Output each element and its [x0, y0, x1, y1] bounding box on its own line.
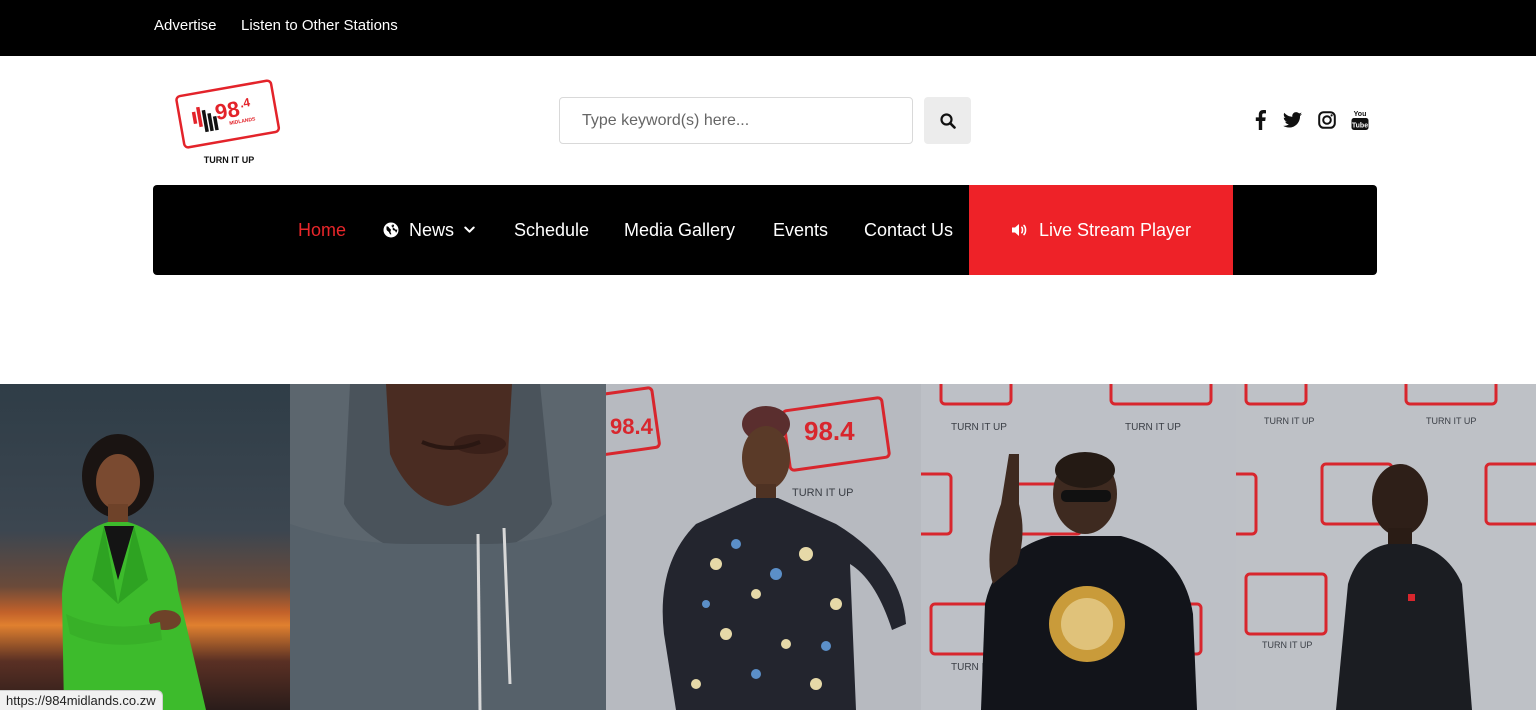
- nav-item-events[interactable]: Events: [773, 185, 828, 275]
- svg-text:98.4: 98.4: [804, 416, 855, 446]
- presenter-photo-4[interactable]: TURN IT UP TURN IT UP TURN IT UP: [921, 384, 1236, 710]
- other-stations-link[interactable]: Listen to Other Stations: [241, 17, 398, 34]
- nav-schedule-label: Schedule: [514, 219, 590, 240]
- site-logo[interactable]: 98 .4 MIDLANDS TURN IT UP: [170, 76, 288, 168]
- facebook-icon: [1255, 110, 1266, 130]
- twitter-icon: [1282, 112, 1302, 128]
- status-bar-url: https://984midlands.co.zw: [0, 690, 163, 710]
- youtube-link[interactable]: You Tube: [1349, 108, 1371, 132]
- svg-text:TURN IT UP: TURN IT UP: [1426, 416, 1476, 426]
- nav-item-home[interactable]: Home: [298, 185, 346, 275]
- live-stream-button[interactable]: Live Stream Player: [969, 185, 1233, 275]
- presenter-image: [290, 384, 606, 710]
- svg-text:TURN IT UP: TURN IT UP: [204, 155, 255, 165]
- svg-text:TURN IT UP: TURN IT UP: [792, 487, 854, 499]
- volume-icon: [1011, 224, 1027, 236]
- youtube-icon: You Tube: [1351, 111, 1369, 130]
- search-input[interactable]: [559, 97, 913, 144]
- presenter-photo-1[interactable]: [0, 384, 290, 710]
- search-button[interactable]: [924, 97, 971, 144]
- facebook-link[interactable]: [1250, 108, 1270, 132]
- svg-text:TURN IT UP: TURN IT UP: [1264, 416, 1314, 426]
- nav-contact-label: Contact Us: [864, 219, 954, 240]
- main-nav: Home News Schedule Media Gallery Events …: [153, 185, 1377, 275]
- svg-text:TURN IT UP: TURN IT UP: [951, 422, 1007, 433]
- nav-item-contact-us[interactable]: Contact Us: [864, 185, 953, 275]
- nav-home-label: Home: [298, 219, 347, 240]
- nav-item-news[interactable]: News: [383, 185, 475, 275]
- nav-item-schedule[interactable]: Schedule: [514, 185, 589, 275]
- nav-events-label: Events: [773, 219, 829, 240]
- svg-text:98.4: 98.4: [610, 414, 654, 439]
- logo-graphic: 98 .4 MIDLANDS TURN IT UP: [175, 79, 281, 165]
- globe-icon: [383, 222, 399, 238]
- svg-text:TURN IT UP: TURN IT UP: [1262, 640, 1312, 650]
- nav-news-label: News: [409, 219, 455, 240]
- chevron-down-icon: [464, 226, 475, 233]
- nav-gallery-label: Media Gallery: [624, 219, 736, 240]
- svg-text:TURN IT UP: TURN IT UP: [1125, 422, 1181, 433]
- presenters-hero[interactable]: 98.4 98.4 TURN IT UP TURN IT UP TURN IT …: [0, 384, 1536, 710]
- advertise-link[interactable]: Advertise: [154, 17, 217, 34]
- instagram-icon: [1318, 111, 1336, 129]
- instagram-link[interactable]: [1316, 108, 1338, 132]
- presenter-photo-3[interactable]: 98.4 98.4 TURN IT UP: [606, 384, 921, 710]
- top-bar: Advertise Listen to Other Stations: [0, 0, 1536, 56]
- presenter-photo-2[interactable]: [290, 384, 606, 710]
- presenter-image: TURN IT UP TURN IT UP TURN IT UP: [1236, 384, 1536, 710]
- twitter-link[interactable]: [1281, 108, 1303, 132]
- live-stream-label: Live Stream Player: [1038, 219, 1192, 240]
- nav-item-media-gallery[interactable]: Media Gallery: [624, 185, 735, 275]
- svg-text:Tube: Tube: [1352, 123, 1368, 130]
- presenter-image: [62, 434, 206, 710]
- presenter-photo-5[interactable]: TURN IT UP TURN IT UP TURN IT UP: [1236, 384, 1536, 710]
- search-icon: [939, 112, 956, 129]
- presenter-image: 98.4 98.4 TURN IT UP: [606, 384, 921, 710]
- svg-text:You: You: [1354, 111, 1367, 118]
- presenter-image: TURN IT UP TURN IT UP TURN IT UP: [921, 384, 1236, 710]
